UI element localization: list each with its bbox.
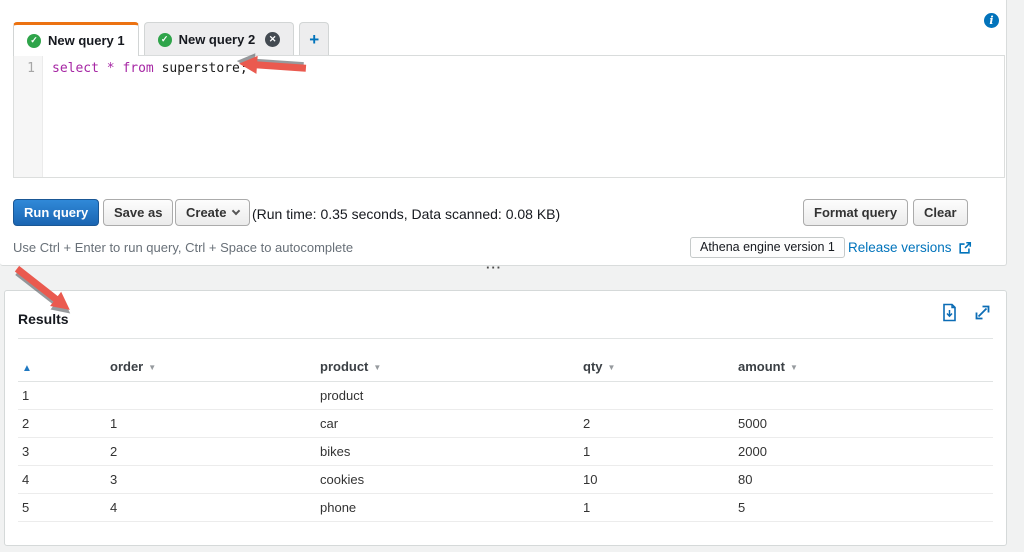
create-dropdown-button[interactable]: Create bbox=[175, 199, 250, 226]
button-label: Format query bbox=[814, 205, 897, 220]
shortcut-hint-text: Use Ctrl + Enter to run query, Ctrl + Sp… bbox=[13, 240, 353, 255]
close-tab-icon[interactable]: ✕ bbox=[265, 32, 280, 47]
external-link-icon bbox=[958, 241, 972, 255]
header-row-number[interactable]: ▲ bbox=[18, 353, 106, 381]
format-query-button[interactable]: Format query bbox=[803, 199, 908, 226]
row-number: 2 bbox=[18, 409, 106, 437]
header-qty[interactable]: qty ▼ bbox=[579, 353, 734, 381]
sql-code-line: select * from superstore; bbox=[52, 61, 248, 76]
cell-amount: 2000 bbox=[734, 437, 993, 465]
sql-editor[interactable]: 1 select * from superstore; bbox=[13, 55, 1005, 178]
results-actions bbox=[940, 303, 992, 322]
column-caret-icon: ▼ bbox=[790, 363, 798, 372]
cell-amount: 5 bbox=[734, 493, 993, 521]
button-label: Create bbox=[186, 205, 226, 220]
column-caret-icon: ▼ bbox=[148, 363, 156, 372]
sort-ascending-icon: ▲ bbox=[22, 363, 32, 374]
column-label: qty bbox=[583, 359, 603, 374]
row-number: 3 bbox=[18, 437, 106, 465]
clear-button[interactable]: Clear bbox=[913, 199, 968, 226]
header-order[interactable]: order ▼ bbox=[106, 353, 316, 381]
run-query-button[interactable]: Run query bbox=[13, 199, 99, 226]
sql-identifier: superstore; bbox=[162, 61, 248, 76]
cell-order: 1 bbox=[106, 409, 316, 437]
release-versions-link[interactable]: Release versions bbox=[848, 240, 972, 255]
tab-label: New query 1 bbox=[48, 33, 125, 48]
header-product[interactable]: product ▼ bbox=[316, 353, 579, 381]
link-label: Release versions bbox=[848, 240, 952, 255]
cell-amount: 80 bbox=[734, 465, 993, 493]
results-table-wrap: ▲ order▼ product▼ qty▼ amount▼ 1product2… bbox=[18, 353, 993, 522]
column-label: amount bbox=[738, 359, 785, 374]
cell-product: bikes bbox=[316, 437, 579, 465]
query-tab-bar: ✓ New query 1 ✓ New query 2 ✕ + bbox=[13, 22, 329, 56]
cell-qty: 1 bbox=[579, 493, 734, 521]
cell-product: product bbox=[316, 381, 579, 409]
cell-qty: 10 bbox=[579, 465, 734, 493]
cell-product: phone bbox=[316, 493, 579, 521]
table-row: 43cookies1080 bbox=[18, 465, 993, 493]
cell-order: 2 bbox=[106, 437, 316, 465]
tab-label: New query 2 bbox=[179, 32, 256, 47]
cell-amount bbox=[734, 381, 993, 409]
check-circle-icon: ✓ bbox=[27, 34, 41, 48]
cell-qty: 2 bbox=[579, 409, 734, 437]
button-label: Run query bbox=[24, 205, 88, 220]
query-editor-panel: i ✓ New query 1 ✓ New query 2 ✕ + 1 sele… bbox=[0, 0, 1007, 266]
column-caret-icon: ▼ bbox=[373, 363, 381, 372]
download-results-icon[interactable] bbox=[940, 303, 959, 322]
editor-gutter: 1 bbox=[14, 56, 43, 177]
info-icon[interactable]: i bbox=[984, 13, 999, 28]
results-table: ▲ order▼ product▼ qty▼ amount▼ 1product2… bbox=[18, 353, 993, 522]
sql-keyword: from bbox=[122, 61, 153, 76]
engine-version-badge: Athena engine version 1 bbox=[690, 237, 845, 258]
cell-product: car bbox=[316, 409, 579, 437]
line-number: 1 bbox=[27, 61, 35, 76]
run-stats-text: (Run time: 0.35 seconds, Data scanned: 0… bbox=[252, 206, 560, 222]
tab-new-query-1[interactable]: ✓ New query 1 bbox=[13, 22, 139, 56]
results-panel: Results ▲ order ▼ product ▼ qty ▼ bbox=[4, 290, 1007, 546]
cell-order bbox=[106, 381, 316, 409]
sql-keyword: select bbox=[52, 61, 99, 76]
chevron-down-icon bbox=[232, 206, 240, 214]
cell-qty bbox=[579, 381, 734, 409]
save-as-button[interactable]: Save as bbox=[103, 199, 173, 226]
button-label: Clear bbox=[924, 205, 957, 220]
row-number: 5 bbox=[18, 493, 106, 521]
column-label: order bbox=[110, 359, 143, 374]
cell-amount: 5000 bbox=[734, 409, 993, 437]
button-label: Save as bbox=[114, 205, 162, 220]
results-divider bbox=[18, 338, 993, 339]
tab-new-query-2[interactable]: ✓ New query 2 ✕ bbox=[144, 22, 295, 56]
row-number: 1 bbox=[18, 381, 106, 409]
results-table-body: 1product21car2500032bikes1200043cookies1… bbox=[18, 381, 993, 521]
table-header-row: ▲ order ▼ product ▼ qty ▼ amount ▼ bbox=[18, 353, 993, 381]
check-circle-icon: ✓ bbox=[158, 33, 172, 47]
plus-icon: + bbox=[309, 30, 319, 50]
sql-star: * bbox=[107, 61, 115, 76]
cell-qty: 1 bbox=[579, 437, 734, 465]
table-row: 54phone15 bbox=[18, 493, 993, 521]
add-tab-button[interactable]: + bbox=[299, 22, 329, 56]
table-row: 1 product bbox=[18, 381, 993, 409]
table-row: 21car25000 bbox=[18, 409, 993, 437]
results-title: Results bbox=[18, 311, 69, 327]
expand-results-icon[interactable] bbox=[973, 303, 992, 322]
header-amount[interactable]: amount ▼ bbox=[734, 353, 993, 381]
cell-order: 3 bbox=[106, 465, 316, 493]
row-number: 4 bbox=[18, 465, 106, 493]
column-caret-icon: ▼ bbox=[608, 363, 616, 372]
table-row: 32bikes12000 bbox=[18, 437, 993, 465]
panel-resize-handle[interactable]: ··· bbox=[486, 260, 502, 275]
column-label: product bbox=[320, 359, 368, 374]
cell-product: cookies bbox=[316, 465, 579, 493]
cell-order: 4 bbox=[106, 493, 316, 521]
